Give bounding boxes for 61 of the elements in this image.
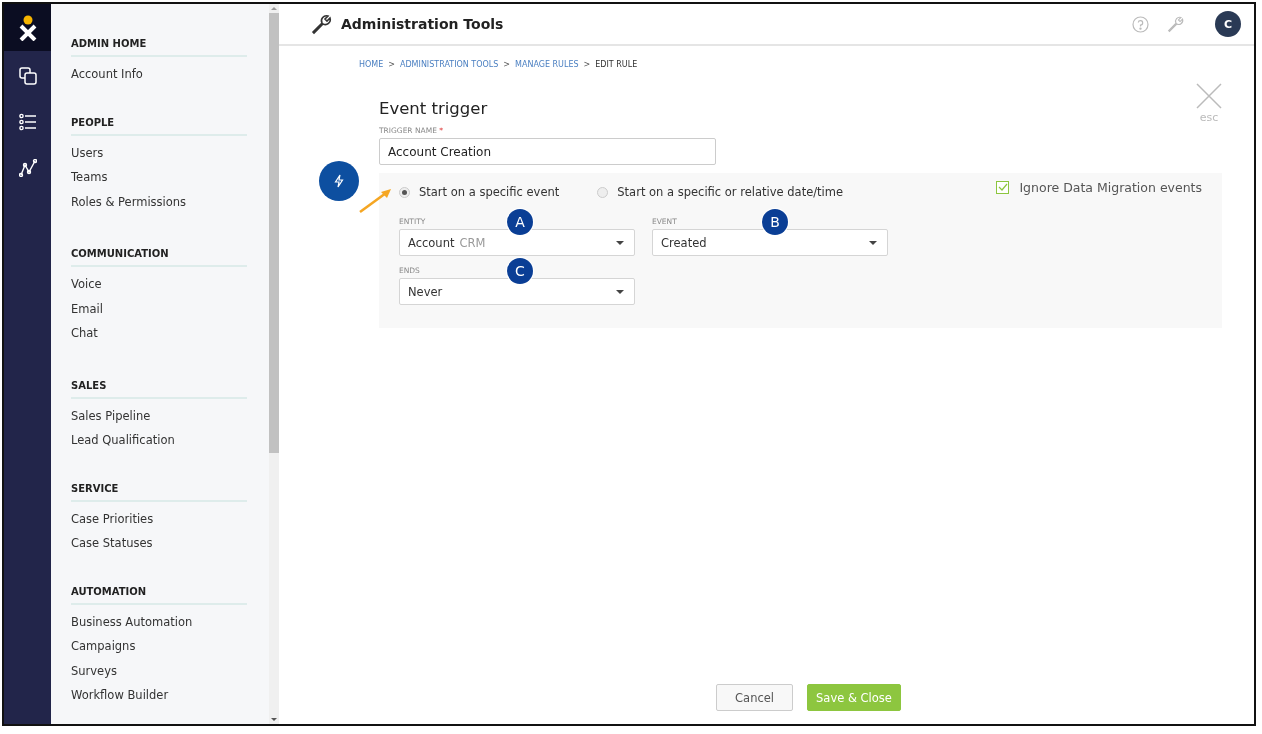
sidebar-item[interactable]: Roles & Permissions	[71, 189, 247, 214]
line-chart-icon[interactable]	[18, 159, 37, 177]
sidebar-item[interactable]: Business Automation	[71, 609, 247, 634]
callout-marker: A	[507, 209, 533, 235]
breadcrumb-link[interactable]: HOME	[359, 60, 384, 69]
radio-button[interactable]	[597, 186, 609, 198]
wrench-icon[interactable]	[1167, 15, 1185, 33]
sidebar-item[interactable]: Chat	[71, 321, 247, 346]
breadcrumb-separator: >	[503, 60, 511, 69]
cancel-button[interactable]: Cancel	[716, 684, 794, 711]
sidebar-item[interactable]: Case Priorities	[71, 506, 247, 531]
trigger-name-field[interactable]: Account Creation	[379, 138, 716, 165]
caret-icon	[869, 240, 877, 245]
caret-icon	[616, 240, 624, 245]
dropdown[interactable]: Created	[652, 229, 888, 256]
list-icon[interactable]	[18, 113, 37, 131]
close-icon[interactable]	[1196, 83, 1222, 109]
dropdown[interactable]: Account CRM	[399, 229, 635, 256]
sidebar-item[interactable]: Workflow Builder	[71, 683, 247, 708]
sidebar-item[interactable]: Campaigns	[71, 634, 247, 659]
sidebar-item[interactable]: Surveys	[71, 658, 247, 683]
scrollbar-thumb[interactable]	[269, 13, 279, 453]
wrench-icon	[311, 13, 333, 35]
section-heading: ADMIN HOME	[71, 38, 247, 57]
dropdown[interactable]: Never	[399, 278, 635, 305]
caret-icon	[616, 289, 624, 294]
lightning-icon	[334, 174, 344, 188]
breadcrumb-link[interactable]: MANAGE RULES	[515, 60, 579, 69]
sidebar-item[interactable]: Users	[71, 140, 247, 165]
sidebar-item[interactable]: Teams	[71, 165, 247, 190]
help-icon[interactable]	[1132, 15, 1149, 33]
logo-icon	[18, 14, 37, 41]
section-heading: SERVICE	[71, 482, 247, 502]
sidebar-item[interactable]: Case Statuses	[71, 531, 247, 556]
checkbox[interactable]	[996, 180, 1010, 194]
section-heading: COMMUNICATION	[71, 248, 247, 267]
sidebar-item[interactable]: Email	[71, 296, 247, 321]
checkbox-label: Ignore Data Migration events	[1019, 179, 1202, 195]
section-heading: PEOPLE	[71, 116, 247, 136]
form-title: Event trigger	[379, 99, 489, 118]
pointer-arrow	[358, 188, 392, 214]
section-heading: AUTOMATION	[71, 585, 247, 605]
sidebar-item[interactable]: Sales Pipeline	[71, 403, 247, 428]
callout-marker: B	[762, 209, 788, 235]
breadcrumb-separator: >	[583, 60, 591, 69]
scroll-down-icon[interactable]	[271, 718, 277, 721]
section-heading: SALES	[71, 379, 247, 399]
breadcrumb-separator: >	[388, 60, 395, 69]
radio-button[interactable]	[399, 186, 410, 198]
scrollbar[interactable]	[269, 4, 279, 724]
breadcrumb-link[interactable]: ADMINISTRATION TOOLS	[400, 60, 499, 69]
sidebar-item[interactable]: Voice	[71, 272, 247, 297]
callout-marker: C	[507, 258, 533, 284]
sidebar-item[interactable]: Lead Qualification	[71, 428, 247, 453]
windows-icon[interactable]	[18, 67, 37, 85]
scroll-up-icon[interactable]	[271, 7, 277, 10]
current-page-label: EDIT RULE	[595, 60, 638, 69]
close-hint: esc	[1199, 111, 1219, 124]
sidebar-item[interactable]: Account Info	[71, 62, 247, 87]
user-avatar[interactable]: C	[1215, 11, 1241, 37]
page-title: Administration Tools	[341, 16, 504, 32]
